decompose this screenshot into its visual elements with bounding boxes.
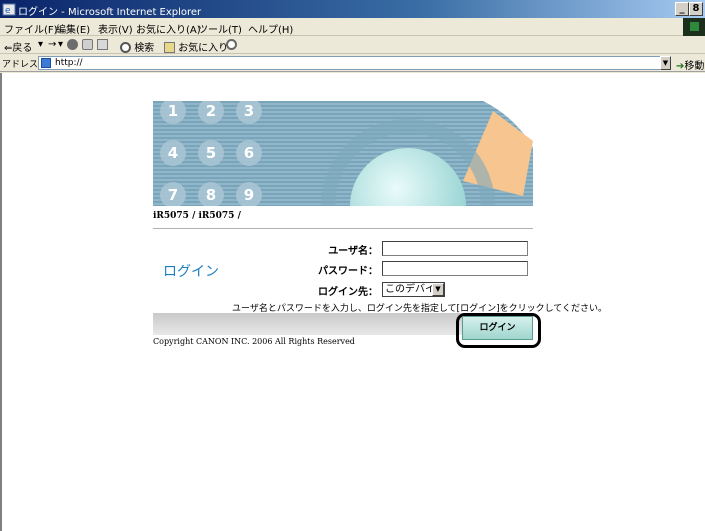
maximize-button[interactable]: 8 (689, 2, 703, 16)
back-button[interactable]: ⇐戻る (4, 39, 32, 54)
minimize-button[interactable]: _ (675, 2, 689, 16)
stop-button[interactable] (67, 39, 78, 51)
window-title: ログイン - Microsoft Internet Explorer (18, 7, 202, 18)
destination-select[interactable]: このデバイス ▼ (382, 282, 445, 297)
windows-logo-icon (690, 22, 699, 31)
password-input[interactable] (382, 261, 528, 276)
banner-key-3: 3 (244, 102, 254, 120)
refresh-icon (82, 39, 93, 50)
stop-icon (67, 39, 78, 50)
banner-key-4: 4 (168, 144, 178, 162)
vertical-scrollbar[interactable] (689, 73, 705, 531)
back-dropdown-arrow[interactable]: ▾ (38, 39, 43, 50)
menu-favorites[interactable]: お気に入り(A) (136, 21, 201, 36)
copyright-text: Copyright CANON INC. 2006 All Rights Res… (153, 337, 355, 346)
svg-text:e: e (5, 6, 11, 16)
search-icon (120, 42, 131, 53)
product-name: iR5075 / iR5075 / (153, 211, 241, 221)
forward-dropdown-arrow[interactable]: ▾ (58, 39, 63, 50)
go-label: 移動 (684, 61, 705, 72)
search-button[interactable]: 検索 (120, 39, 154, 54)
address-bar: アドレス(D) http:// ▼ ➔移動 (0, 54, 705, 72)
browser-window: e ログイン - Microsoft Internet Explorer _ 8… (0, 0, 705, 531)
banner-key-9: 9 (244, 186, 254, 204)
login-heading: ログイン (163, 264, 219, 280)
menu-file[interactable]: ファイル(F) (4, 21, 58, 36)
favorites-button[interactable]: お気に入り (164, 39, 228, 54)
windows-logo-throbber (683, 18, 705, 36)
banner-key-6: 6 (244, 144, 254, 162)
favorites-icon (164, 42, 175, 53)
username-input[interactable] (382, 241, 528, 256)
menu-tools[interactable]: ツール(T) (198, 21, 242, 36)
address-dropdown-arrow[interactable]: ▼ (660, 56, 671, 70)
favorites-label: お気に入り (178, 43, 229, 54)
divider (153, 228, 533, 229)
password-label: パスワード： (318, 266, 378, 277)
go-button[interactable]: ➔移動 (676, 57, 704, 72)
address-input[interactable]: http:// (38, 56, 671, 70)
login-button[interactable]: ログイン (462, 316, 533, 340)
banner-key-8: 8 (206, 186, 216, 204)
history-button[interactable] (226, 39, 237, 51)
menu-view[interactable]: 表示(V) (98, 21, 133, 36)
menu-bar: ファイル(F) 編集(E) 表示(V) お気に入り(A) ツール(T) ヘルプ(… (0, 18, 705, 36)
banner-key-5: 5 (206, 144, 216, 162)
chevron-down-icon: ▼ (432, 283, 444, 296)
destination-label: ログイン先： (318, 287, 378, 298)
search-label: 検索 (134, 43, 155, 54)
banner-key-7: 7 (168, 186, 178, 204)
forward-button[interactable]: → (48, 39, 56, 50)
username-label: ユーザ名： (328, 246, 378, 257)
home-icon (97, 39, 108, 50)
menu-edit[interactable]: 編集(E) (56, 21, 90, 36)
refresh-button[interactable] (82, 39, 93, 51)
title-bar: e ログイン - Microsoft Internet Explorer _ 8 (0, 0, 705, 18)
tool-bar: ⇐戻る ▾ → ▾ 検索 お気に入り (0, 36, 705, 54)
home-button[interactable] (97, 39, 108, 51)
banner-image: 1 2 3 4 5 6 7 8 9 (153, 101, 533, 206)
ie-icon: e (2, 3, 16, 16)
page-icon (41, 58, 51, 68)
menu-help[interactable]: ヘルプ(H) (248, 21, 293, 36)
banner-key-1: 1 (168, 102, 178, 120)
history-icon (226, 39, 237, 50)
address-url: http:// (55, 58, 83, 68)
banner-key-2: 2 (206, 102, 216, 120)
